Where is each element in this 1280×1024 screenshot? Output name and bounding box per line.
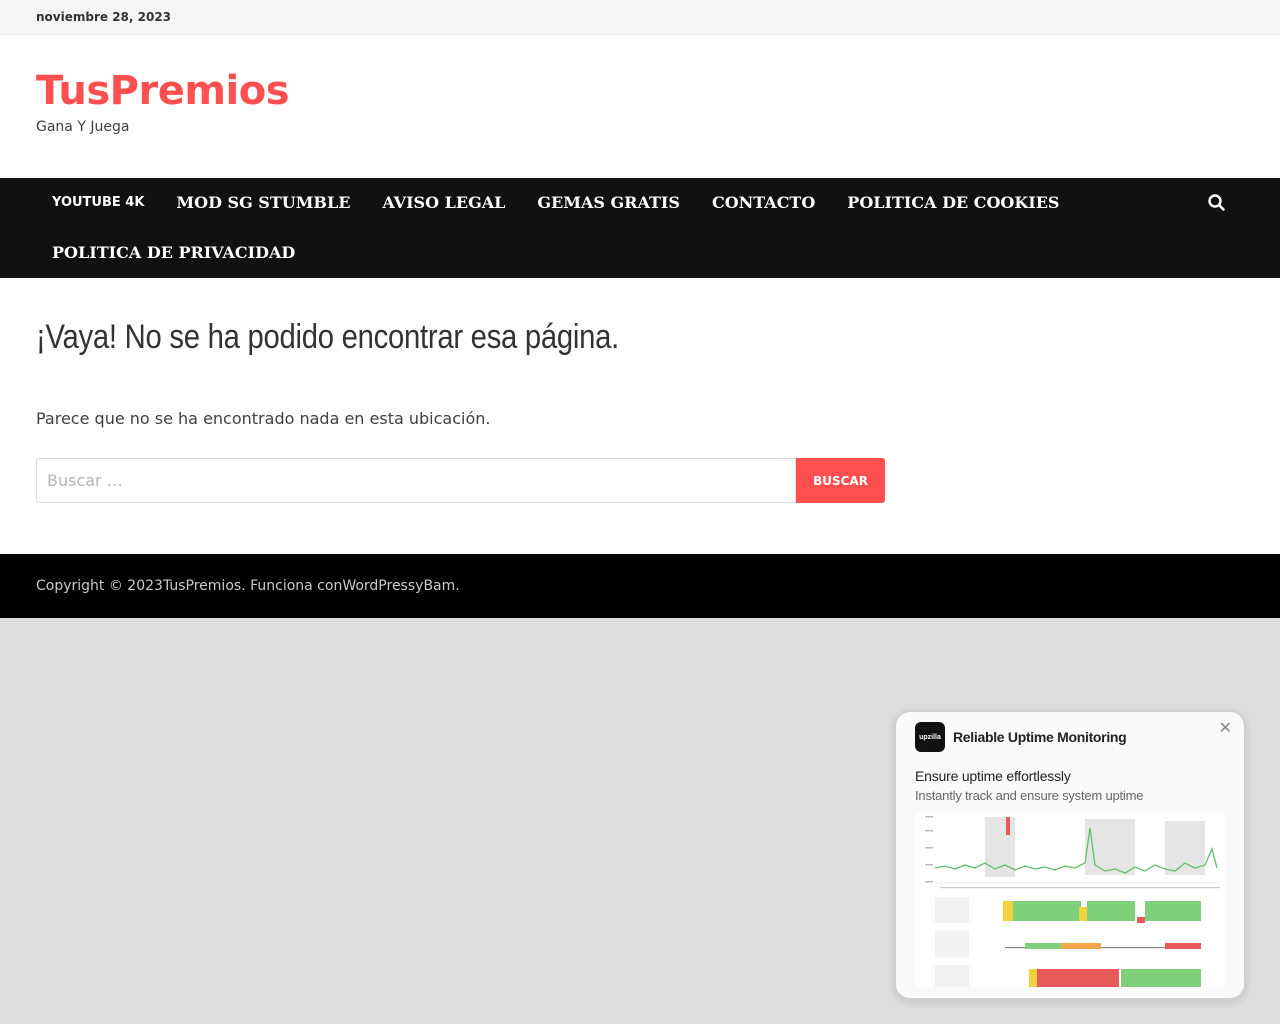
bam-link[interactable]: Bam xyxy=(423,578,455,594)
footer-y-text: y xyxy=(415,578,424,594)
nav-item-politica-de-privacidad[interactable]: POLITICA DE PRIVACIDAD xyxy=(36,228,311,278)
site-branding: TusPremios Gana Y Juega xyxy=(0,35,1280,178)
close-icon[interactable]: ✕ xyxy=(1219,718,1232,738)
upzilla-logo: upzilla xyxy=(915,722,945,752)
popup-dashboard-image xyxy=(915,813,1225,987)
search-form: BUSCAR xyxy=(36,458,885,503)
wordpress-link[interactable]: WordPress xyxy=(342,578,415,594)
main-navigation: YOUTUBE 4K MOD SG STUMBLE AVISO LEGAL GE… xyxy=(0,178,1280,278)
not-found-message: Parece que no se ha encontrado nada en e… xyxy=(36,409,491,428)
main-content: ¡Vaya! No se ha podido encontrar esa pág… xyxy=(0,278,1280,554)
nav-item-politica-de-cookies[interactable]: POLITICA DE COOKIES xyxy=(831,178,1075,228)
page-title: ¡Vaya! No se ha podido encontrar esa pág… xyxy=(36,318,620,356)
copyright-prefix: Copyright © 2023 xyxy=(36,578,163,594)
nav-item-youtube-4k[interactable]: YOUTUBE 4K xyxy=(36,178,160,228)
footer-site-link[interactable]: TusPremios xyxy=(163,578,241,594)
nav-item-gemas-gratis[interactable]: GEMAS GRATIS xyxy=(521,178,696,228)
nav-item-mod-sg-stumble[interactable]: MOD SG STUMBLE xyxy=(160,178,366,228)
site-title-link[interactable]: TusPremios xyxy=(36,67,290,115)
popup-headline: Ensure uptime effortlessly xyxy=(915,768,1071,784)
site-footer: Copyright © 2023 TusPremios. Funciona co… xyxy=(0,554,1280,618)
current-date: noviembre 28, 2023 xyxy=(36,10,172,24)
site-description: Gana Y Juega xyxy=(36,119,130,135)
footer-suffix: . xyxy=(455,578,460,594)
popup-title: Reliable Uptime Monitoring xyxy=(953,729,1127,745)
footer-middle-text: . Funciona con xyxy=(241,578,343,594)
search-input[interactable] xyxy=(36,458,796,503)
top-bar: noviembre 28, 2023 xyxy=(0,0,1280,35)
nav-item-aviso-legal[interactable]: AVISO LEGAL xyxy=(366,178,521,228)
search-icon[interactable] xyxy=(1206,192,1228,214)
ad-popup[interactable]: ✕ upzilla Reliable Uptime Monitoring Ens… xyxy=(894,710,1246,1000)
search-button[interactable]: BUSCAR xyxy=(796,458,885,503)
nav-item-contacto[interactable]: CONTACTO xyxy=(696,178,831,228)
popup-subline: Instantly track and ensure system uptime xyxy=(915,788,1144,803)
